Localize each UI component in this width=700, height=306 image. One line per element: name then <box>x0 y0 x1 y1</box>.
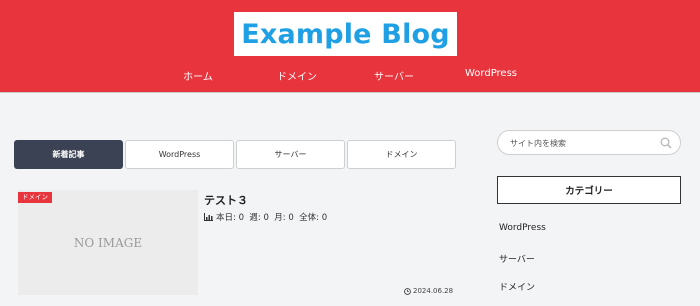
view-counts-text: 本日: 0 週: 0 月: 0 全体: 0 <box>216 213 328 223</box>
post-date-text: 2024.06.28 <box>413 287 454 295</box>
category-link-wordpress[interactable]: WordPress <box>499 223 546 233</box>
category-link-domain[interactable]: ドメイン <box>499 280 535 293</box>
nav-item-wordpress[interactable]: WordPress <box>465 68 517 79</box>
view-counts: 本日: 0 週: 0 月: 0 全体: 0 <box>204 211 327 223</box>
post-thumbnail[interactable]: NO IMAGE <box>18 190 198 295</box>
search-box <box>497 130 681 155</box>
post-date: 2024.06.28 <box>404 287 453 295</box>
site-logo-text: Example Blog <box>241 18 450 50</box>
site-logo[interactable]: Example Blog <box>234 12 457 56</box>
site-header: Example Blog ホーム ドメイン サーバー WordPress <box>0 0 700 93</box>
post-card[interactable]: NO IMAGE ドメイン テスト３ 本日: 0 週: 0 月: 0 全体: 0… <box>14 190 464 295</box>
category-widget-title: カテゴリー <box>497 176 681 204</box>
nav-item-domain[interactable]: ドメイン <box>277 68 317 83</box>
clock-icon <box>404 287 411 295</box>
tab-domain[interactable]: ドメイン <box>347 140 456 169</box>
post-title[interactable]: テスト３ <box>204 192 248 208</box>
search-icon[interactable] <box>660 137 672 149</box>
nav-item-home[interactable]: ホーム <box>183 68 213 83</box>
search-input[interactable] <box>510 136 650 150</box>
tab-wordpress[interactable]: WordPress <box>125 140 234 169</box>
global-nav: ホーム ドメイン サーバー WordPress <box>0 68 700 86</box>
tab-server[interactable]: サーバー <box>236 140 345 169</box>
thumbnail-placeholder-text: NO IMAGE <box>73 235 143 250</box>
category-badge: ドメイン <box>18 192 52 203</box>
nav-item-server[interactable]: サーバー <box>374 68 414 83</box>
tab-new-posts[interactable]: 新着記事 <box>14 140 123 169</box>
category-link-server[interactable]: サーバー <box>499 252 535 265</box>
bar-chart-icon <box>204 213 213 221</box>
